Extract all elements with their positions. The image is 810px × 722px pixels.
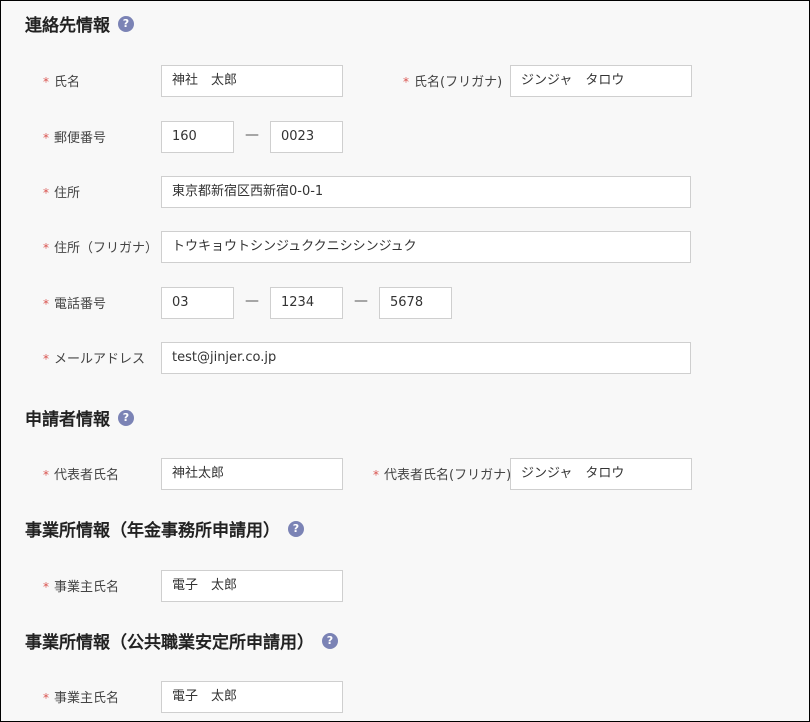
owner-name-pension-input[interactable]: 電子 太郎 bbox=[161, 570, 343, 602]
contact-section-title: 連絡先情報 ? bbox=[25, 11, 134, 36]
required-mark: * bbox=[403, 75, 409, 89]
help-icon[interactable]: ? bbox=[288, 520, 304, 537]
address-input[interactable]: 東京都新宿区西新宿0-0-1 bbox=[161, 176, 691, 208]
owner-name-pension-label-text: 事業主氏名 bbox=[54, 580, 120, 595]
phone-label: * 電話番号 bbox=[43, 293, 106, 312]
name-input[interactable]: 神社 太郎 bbox=[161, 65, 343, 97]
address-kana-label-text: 住所（フリガナ） bbox=[54, 241, 159, 256]
section-title-text: 事業所情報（年金事務所申請用） bbox=[25, 521, 280, 541]
section-title-text: 申請者情報 bbox=[25, 410, 110, 430]
owner-name-pension-label: * 事業主氏名 bbox=[43, 576, 119, 595]
email-label-text: メールアドレス bbox=[54, 352, 146, 367]
postal-dash: — bbox=[245, 127, 259, 143]
help-icon[interactable]: ? bbox=[118, 409, 134, 426]
phone-part1-input[interactable]: 03 bbox=[161, 287, 234, 319]
rep-name-label-text: 代表者氏名 bbox=[54, 468, 120, 483]
phone-part3-input[interactable]: 5678 bbox=[379, 287, 452, 319]
rep-name-kana-input[interactable]: ジンジャ タロウ bbox=[510, 458, 692, 490]
required-mark: * bbox=[43, 580, 49, 594]
address-kana-input[interactable]: トウキョウトシンジュククニシシンジュク bbox=[161, 231, 691, 263]
required-mark: * bbox=[43, 75, 49, 89]
required-mark: * bbox=[43, 468, 49, 482]
owner-name-employment-input[interactable]: 電子 太郎 bbox=[161, 681, 343, 713]
required-mark: * bbox=[43, 352, 49, 366]
postal-label-text: 郵便番号 bbox=[54, 131, 107, 146]
applicant-section-title: 申請者情報 ? bbox=[25, 405, 134, 430]
help-icon[interactable]: ? bbox=[118, 15, 134, 32]
name-kana-input[interactable]: ジンジャ タロウ bbox=[510, 65, 692, 97]
required-mark: * bbox=[43, 131, 49, 145]
phone-part2-input[interactable]: 1234 bbox=[270, 287, 343, 319]
office-pension-section-title: 事業所情報（年金事務所申請用） ? bbox=[25, 516, 304, 541]
required-mark: * bbox=[43, 241, 49, 255]
email-label: * メールアドレス bbox=[43, 348, 145, 367]
rep-name-kana-label-text: 代表者氏名(フリガナ) bbox=[384, 468, 512, 483]
name-kana-label-text: 氏名(フリガナ) bbox=[414, 75, 503, 90]
help-icon[interactable]: ? bbox=[322, 632, 338, 649]
phone-label-text: 電話番号 bbox=[54, 297, 107, 312]
phone-dash-2: — bbox=[354, 293, 368, 309]
email-input[interactable]: test@jinjer.co.jp bbox=[161, 342, 691, 374]
required-mark: * bbox=[43, 297, 49, 311]
postal-code-part2-input[interactable]: 0023 bbox=[270, 121, 343, 153]
postal-code-part1-input[interactable]: 160 bbox=[161, 121, 234, 153]
phone-dash-1: — bbox=[245, 293, 259, 309]
office-employment-section-title: 事業所情報（公共職業安定所申請用） ? bbox=[25, 628, 338, 653]
required-mark: * bbox=[43, 186, 49, 200]
address-label: * 住所 bbox=[43, 182, 80, 201]
name-label: * 氏名 bbox=[43, 71, 80, 90]
postal-label: * 郵便番号 bbox=[43, 127, 106, 146]
required-mark: * bbox=[373, 468, 379, 482]
name-kana-label: * 氏名(フリガナ) bbox=[403, 71, 502, 90]
rep-name-input[interactable]: 神社太郎 bbox=[161, 458, 343, 490]
section-title-text: 事業所情報（公共職業安定所申請用） bbox=[25, 633, 314, 653]
owner-name-employment-label: * 事業主氏名 bbox=[43, 687, 119, 706]
rep-name-label: * 代表者氏名 bbox=[43, 464, 119, 483]
name-label-text: 氏名 bbox=[54, 75, 81, 90]
section-title-text: 連絡先情報 bbox=[25, 16, 110, 36]
address-kana-label: * 住所（フリガナ） bbox=[43, 237, 158, 256]
address-label-text: 住所 bbox=[54, 186, 81, 201]
rep-name-kana-label: * 代表者氏名(フリガナ) bbox=[373, 464, 511, 483]
owner-name-employment-label-text: 事業主氏名 bbox=[54, 691, 120, 706]
required-mark: * bbox=[43, 691, 49, 705]
